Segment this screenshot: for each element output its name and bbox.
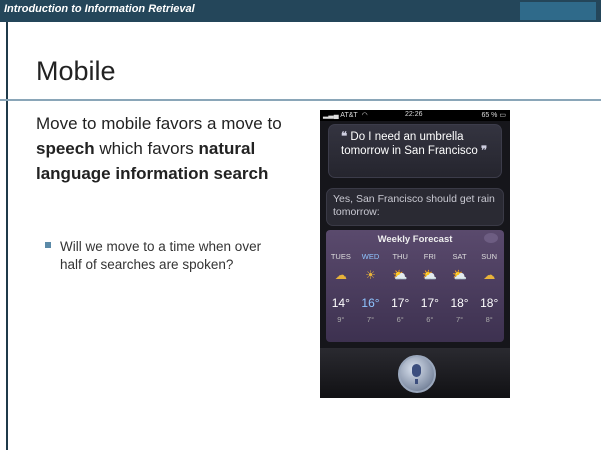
high-temp: 17° bbox=[420, 296, 439, 310]
high-temp: 18° bbox=[450, 296, 469, 310]
close-quote-icon: ❞ bbox=[480, 145, 488, 157]
bullet-text: Will we move to a time when over half of… bbox=[60, 239, 262, 272]
day-label: TUES bbox=[330, 252, 351, 261]
slide-body: Move to mobile favors a move to speech w… bbox=[36, 111, 286, 186]
yahoo-weather-icon bbox=[484, 233, 498, 243]
battery-icon: ▭ bbox=[499, 112, 506, 119]
day-label: THU bbox=[392, 252, 408, 261]
high-temp: 18° bbox=[480, 296, 499, 310]
slide-title: Mobile bbox=[36, 56, 116, 86]
low-temp: 9° bbox=[337, 315, 345, 324]
sun-icon: ☀ bbox=[365, 268, 376, 282]
wifi-icon: ◠ bbox=[361, 112, 368, 119]
siri-bar bbox=[320, 348, 510, 398]
title-divider bbox=[0, 99, 601, 101]
left-border bbox=[6, 22, 8, 450]
reply-text: Yes, San Francisco should get rain tomor… bbox=[333, 193, 495, 218]
high-temp: 16° bbox=[361, 296, 380, 310]
query-bubble: ❝ Do I need an umbrella tomorrow in San … bbox=[328, 124, 502, 178]
header-bar: Introduction to Information Retrieval bbox=[0, 0, 601, 22]
microphone-stand bbox=[415, 379, 418, 384]
forecast-icons: ☁ ☀ ⛅ ⛅ ⛅ ☁ bbox=[326, 268, 504, 282]
carrier-label: ▂▃▄ AT&T ◠ bbox=[323, 112, 368, 119]
status-bar: ▂▃▄ AT&T ◠ 22:26 65 % ▭ bbox=[320, 110, 510, 121]
status-time: 22:26 bbox=[405, 111, 423, 118]
header-accent bbox=[520, 2, 596, 20]
phone-screenshot: ▂▃▄ AT&T ◠ 22:26 65 % ▭ ❝ Do I need an um… bbox=[320, 110, 510, 398]
open-quote-icon: ❝ bbox=[341, 131, 348, 143]
rain-cloud-icon: ☁ bbox=[483, 268, 496, 282]
high-temp: 17° bbox=[391, 296, 410, 310]
partly-sunny-icon: ⛅ bbox=[452, 268, 467, 282]
day-label: WED bbox=[361, 252, 380, 261]
body-text-2: which favors bbox=[94, 139, 199, 158]
body-text-1: Move to mobile favors a move to bbox=[36, 114, 282, 133]
forecast-lows: 9° 7° 6° 6° 7° 8° bbox=[326, 315, 504, 324]
partly-sunny-icon: ⛅ bbox=[422, 268, 438, 282]
reply-bubble: Yes, San Francisco should get rain tomor… bbox=[326, 188, 504, 226]
day-label: FRI bbox=[423, 252, 436, 261]
forecast-title: Weekly Forecast bbox=[377, 234, 453, 245]
rain-cloud-icon: ☁ bbox=[334, 268, 347, 282]
low-temp: 6° bbox=[396, 315, 404, 324]
body-bold-speech: speech bbox=[36, 139, 95, 158]
partly-sunny-icon: ⛅ bbox=[392, 268, 408, 282]
low-temp: 7° bbox=[455, 315, 464, 324]
forecast-days: TUES WED THU FRI SAT SUN bbox=[326, 252, 504, 261]
slide: Introduction to Information Retrieval Mo… bbox=[0, 0, 601, 450]
signal-icon: ▂▃▄ bbox=[323, 112, 339, 119]
low-temp: 8° bbox=[485, 315, 493, 324]
day-label: SAT bbox=[452, 252, 467, 261]
battery-label: 65 % ▭ bbox=[481, 112, 506, 119]
bullet-point: Will we move to a time when over half of… bbox=[45, 238, 275, 274]
low-temp: 7° bbox=[366, 315, 375, 324]
bullet-marker bbox=[45, 242, 51, 248]
weekly-forecast-card: Weekly Forecast TUES WED THU FRI SAT SUN… bbox=[326, 230, 504, 342]
high-temp: 14° bbox=[331, 296, 350, 310]
microphone-icon bbox=[412, 364, 421, 377]
query-text: ❝ Do I need an umbrella tomorrow in San … bbox=[341, 131, 488, 157]
forecast-highs: 14° 16° 17° 17° 18° 18° bbox=[326, 296, 504, 310]
day-label: SUN bbox=[481, 252, 498, 261]
siri-mic-button[interactable] bbox=[398, 355, 436, 393]
course-title: Introduction to Information Retrieval bbox=[4, 3, 195, 15]
low-temp: 6° bbox=[426, 315, 434, 324]
